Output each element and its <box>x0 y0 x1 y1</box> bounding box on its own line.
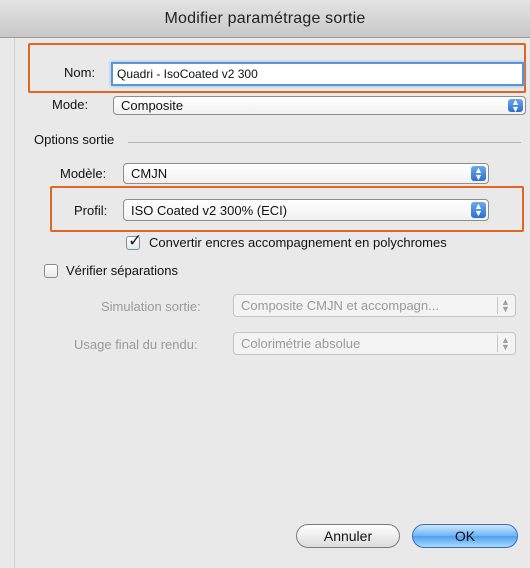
verify-separations-label[interactable]: Vérifier séparations <box>66 263 178 278</box>
simulation-value: Composite CMJN et accompagn... <box>241 298 439 313</box>
convert-spot-checkbox[interactable]: ✓ <box>126 231 142 250</box>
window-edge <box>0 38 15 568</box>
mode-chevron-icon: ▲ ▼ <box>508 97 523 113</box>
profile-chevron-icon: ▲ ▼ <box>471 202 486 218</box>
simulation-chevron-icon: ▲ ▼ <box>497 297 513 314</box>
cancel-button[interactable]: Annuler <box>296 524 400 548</box>
mode-label: Mode: <box>52 97 89 112</box>
simulation-label: Simulation sortie: <box>101 299 201 314</box>
ok-button[interactable]: OK <box>412 524 518 548</box>
options-section-label: Options sortie <box>34 132 115 147</box>
verify-separations-checkbox[interactable] <box>44 264 58 278</box>
simulation-popup[interactable]: Composite CMJN et accompagn... ▲ ▼ <box>233 294 516 317</box>
profile-label: Profil: <box>74 203 108 218</box>
model-value: CMJN <box>131 166 168 181</box>
rendering-chevron-icon: ▲ ▼ <box>497 335 513 352</box>
convert-spot-label[interactable]: Convertir encres accompagnement en polyc… <box>149 235 447 250</box>
model-label: Modèle: <box>60 166 107 181</box>
name-field[interactable]: Quadri - IsoCoated v2 300 <box>111 62 524 86</box>
dialog-title: Modifier paramétrage sortie <box>164 9 366 27</box>
model-chevron-icon: ▲ ▼ <box>471 165 486 181</box>
model-popup[interactable]: CMJN ▲ ▼ <box>123 163 489 184</box>
mode-value: Composite <box>121 98 184 113</box>
mode-popup[interactable]: Composite ▲ ▼ <box>113 96 526 115</box>
rendering-label: Usage final du rendu: <box>74 337 198 352</box>
options-separator <box>128 142 521 143</box>
profile-value: ISO Coated v2 300% (ECI) <box>131 202 288 218</box>
rendering-value: Colorimétrie absolue <box>241 336 361 351</box>
rendering-popup[interactable]: Colorimétrie absolue ▲ ▼ <box>233 332 516 355</box>
name-value: Quadri - IsoCoated v2 300 <box>117 67 258 81</box>
profile-popup[interactable]: ISO Coated v2 300% (ECI) ▲ ▼ <box>123 199 489 221</box>
checkmark-icon: ✓ <box>128 231 143 250</box>
dialog-titlebar: Modifier paramétrage sortie <box>0 0 530 38</box>
name-label: Nom: <box>64 65 96 80</box>
